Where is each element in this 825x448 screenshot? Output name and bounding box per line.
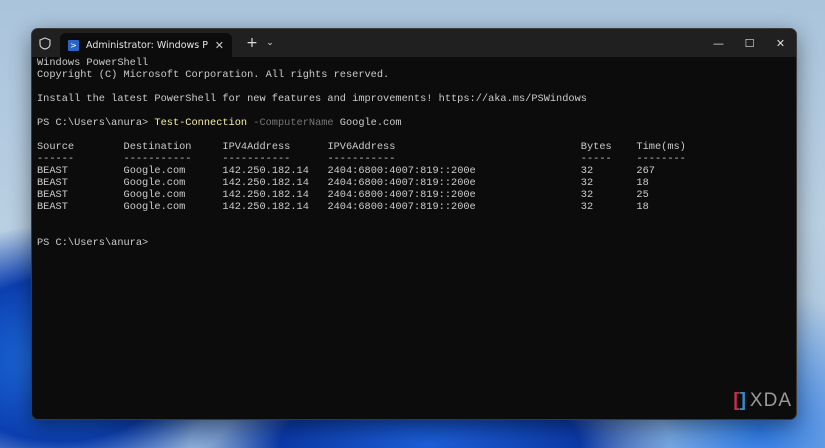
chevron-down-icon[interactable]: ⌄ (262, 38, 278, 48)
column-header: Source (37, 141, 124, 153)
table-cell: 267 (636, 165, 686, 177)
maximize-button[interactable]: ☐ (734, 29, 765, 57)
table-cell: 142.250.182.14 (222, 201, 328, 213)
column-separator: ------ (37, 153, 124, 165)
parameter: -ComputerName (247, 117, 334, 129)
table-cell: 32 (580, 177, 637, 189)
command-line: PS C:\Users\anura> Test-Connection -Comp… (37, 117, 686, 129)
column-separator: ----------- (123, 153, 223, 165)
admin-shield-icon (38, 36, 52, 50)
table-cell: BEAST (37, 177, 124, 189)
table-cell: 142.250.182.14 (222, 189, 328, 201)
table-cell: BEAST (37, 165, 124, 177)
table-cell: 32 (580, 201, 637, 213)
table-body: BEAST Google.com 142.250.182.14 2404:680… (37, 165, 686, 213)
table-cell: 18 (636, 201, 686, 213)
column-header: IPV4Address (222, 141, 328, 153)
table-row: BEAST Google.com 142.250.182.14 2404:680… (37, 189, 686, 201)
column-separator: ----- (580, 153, 637, 165)
column-separator: ----------- (222, 153, 328, 165)
table-cell: 2404:6800:4007:819::200e (327, 165, 581, 177)
tab-title: Administrator: Windows PowerShell (86, 39, 208, 51)
table-row: BEAST Google.com 142.250.182.14 2404:680… (37, 201, 686, 213)
table-cell: Google.com (123, 165, 223, 177)
console-output[interactable]: Windows PowerShell Copyright (C) Microso… (37, 57, 686, 249)
table-row: BEAST Google.com 142.250.182.14 2404:680… (37, 165, 686, 177)
install-message: Install the latest PowerShell for new fe… (37, 93, 587, 105)
xda-logo: [] XDA (733, 390, 792, 411)
table-cell: 142.250.182.14 (222, 177, 328, 189)
table-separator: ------ ----------- ----------- ---------… (37, 153, 686, 165)
argument: Google.com (333, 117, 402, 129)
title-bar[interactable]: > Administrator: Windows PowerShell ✕ + … (32, 29, 796, 57)
close-button[interactable]: ✕ (765, 29, 796, 57)
powershell-icon: > (68, 39, 79, 51)
tab-powershell[interactable]: > Administrator: Windows PowerShell ✕ (60, 33, 232, 57)
column-header: Destination (123, 141, 223, 153)
table-cell: BEAST (37, 201, 124, 213)
column-header: Time(ms) (636, 141, 686, 153)
final-prompt: PS C:\Users\anura> (37, 237, 149, 249)
table-cell: Google.com (123, 189, 223, 201)
column-header: IPV6Address (327, 141, 581, 153)
table-header: Source Destination IPV4Address IPV6Addre… (37, 141, 686, 153)
table-cell: BEAST (37, 189, 124, 201)
new-tab-button[interactable]: + (242, 35, 262, 51)
table-cell: Google.com (123, 201, 223, 213)
table-cell: 2404:6800:4007:819::200e (327, 189, 581, 201)
column-separator: -------- (636, 153, 686, 165)
column-header: Bytes (580, 141, 637, 153)
command: Test-Connection (154, 117, 248, 129)
table-cell: Google.com (123, 177, 223, 189)
prompt: PS C:\Users\anura> (37, 117, 155, 129)
banner-line: Windows PowerShell (37, 57, 149, 69)
table-cell: 2404:6800:4007:819::200e (327, 177, 581, 189)
table-cell: 32 (580, 165, 637, 177)
column-separator: ----------- (327, 153, 581, 165)
terminal-window: > Administrator: Windows PowerShell ✕ + … (31, 28, 797, 420)
table-cell: 32 (580, 189, 637, 201)
xda-wordmark: XDA (749, 390, 792, 411)
minimize-button[interactable]: — (703, 29, 734, 57)
table-cell: 2404:6800:4007:819::200e (327, 201, 581, 213)
table-cell: 142.250.182.14 (222, 165, 328, 177)
table-cell: 25 (636, 189, 686, 201)
tab-close-icon[interactable]: ✕ (215, 39, 224, 52)
table-row: BEAST Google.com 142.250.182.14 2404:680… (37, 177, 686, 189)
banner-line: Copyright (C) Microsoft Corporation. All… (37, 69, 390, 81)
table-cell: 18 (636, 177, 686, 189)
